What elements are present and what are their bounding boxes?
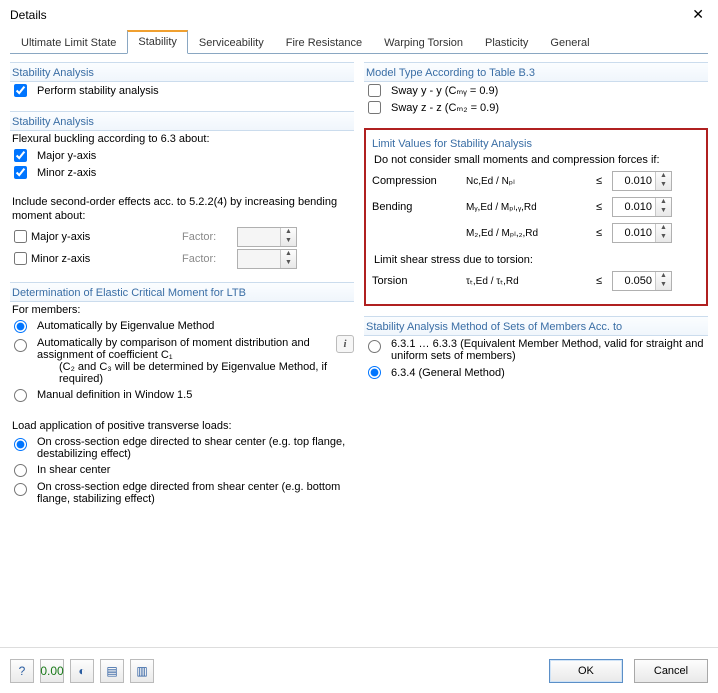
spin-icon[interactable]: ▲▼ <box>655 172 671 190</box>
so-minor-z[interactable]: Minor z-axis <box>12 252 182 265</box>
flex-minor-z[interactable]: Minor z-axis <box>10 164 354 181</box>
opt-load-2-radio[interactable] <box>14 464 27 477</box>
opt-load-3[interactable]: On cross-section edge directed from shea… <box>10 479 354 507</box>
bending-y-spinner[interactable]: ▲▼ <box>612 197 672 217</box>
group-model-type: Model Type According to Table B.3 <box>364 62 708 82</box>
spin-icon[interactable]: ▲▼ <box>655 198 671 216</box>
close-icon[interactable]: ✕ <box>688 6 708 23</box>
sway-z-checkbox[interactable] <box>368 101 381 114</box>
le-4: ≤ <box>590 275 608 287</box>
tab-general[interactable]: General <box>539 32 600 54</box>
flex-major-y[interactable]: Major y-axis <box>10 147 354 164</box>
bending-y-formula: Mᵧ,Ed / Mₚₗ,ᵧ,Rd <box>466 202 586 213</box>
group-limit-values: Limit Values for Stability Analysis <box>372 134 700 152</box>
flex-minor-z-checkbox[interactable] <box>14 166 27 179</box>
for-members-label: For members: <box>10 302 354 318</box>
limit-intro: Do not consider small moments and compre… <box>372 152 700 168</box>
flexural-intro: Flexural buckling according to 6.3 about… <box>10 131 354 147</box>
opt-load-1-radio[interactable] <box>14 438 27 451</box>
compression-input[interactable] <box>613 172 655 190</box>
opt-manual-radio[interactable] <box>14 389 27 402</box>
le-3: ≤ <box>590 227 608 239</box>
factor-label-2: Factor: <box>182 253 237 265</box>
perform-stability-checkbox[interactable] <box>14 84 27 97</box>
tab-warping[interactable]: Warping Torsion <box>373 32 474 54</box>
factor-z-input <box>238 250 280 268</box>
le-2: ≤ <box>590 201 608 213</box>
group-stability-analysis-2: Stability Analysis <box>10 111 354 131</box>
tool2-icon[interactable]: ▥ <box>130 659 154 683</box>
le-1: ≤ <box>590 175 608 187</box>
cancel-button[interactable]: Cancel <box>634 659 708 683</box>
tool1-icon[interactable]: ▤ <box>100 659 124 683</box>
opt-method-2[interactable]: 6.3.4 (General Method) <box>364 364 708 381</box>
torsion-spinner[interactable]: ▲▼ <box>612 271 672 291</box>
tab-serviceability[interactable]: Serviceability <box>188 32 275 54</box>
sway-y[interactable]: Sway y - y (Cₘᵧ = 0.9) <box>364 82 708 99</box>
opt-load-1[interactable]: On cross-section edge directed to shear … <box>10 434 354 462</box>
opt-manual[interactable]: Manual definition in Window 1.5 <box>10 387 354 404</box>
load-app-intro: Load application of positive transverse … <box>10 418 354 434</box>
sway-y-checkbox[interactable] <box>368 84 381 97</box>
limit-values-box: Limit Values for Stability Analysis Do n… <box>364 128 708 306</box>
second-order-intro: Include second-order effects acc. to 5.2… <box>10 193 354 226</box>
shear-note: Limit shear stress due to torsion: <box>372 252 700 268</box>
spin-icon[interactable]: ▲▼ <box>655 224 671 242</box>
help-icon[interactable]: ? <box>10 659 34 683</box>
bending-y-input[interactable] <box>613 198 655 216</box>
opt-load-3-radio[interactable] <box>14 483 27 496</box>
flex-major-y-checkbox[interactable] <box>14 149 27 162</box>
tab-plasticity[interactable]: Plasticity <box>474 32 539 54</box>
bending-z-input[interactable] <box>613 224 655 242</box>
opt-method-2-radio[interactable] <box>368 366 381 379</box>
compression-formula: Nᴄ,Ed / Nₚₗ <box>466 176 586 187</box>
bending-z-spinner[interactable]: ▲▼ <box>612 223 672 243</box>
opt-auto-cmp[interactable]: Automatically by comparison of moment di… <box>10 335 336 387</box>
tab-stability[interactable]: Stability <box>127 30 188 54</box>
units-icon[interactable]: 0.00 <box>40 659 64 683</box>
spin-icon[interactable]: ▲▼ <box>655 272 671 290</box>
factor-label-1: Factor: <box>182 231 237 243</box>
factor-z-spinner: ▲▼ <box>237 249 297 269</box>
bending-label: Bending <box>372 201 462 213</box>
opt-auto-cmp-radio[interactable] <box>14 339 27 352</box>
torsion-formula: τₜ,Ed / τₜ,Rd <box>466 276 586 287</box>
window-title: Details <box>10 8 47 22</box>
opt-method-1[interactable]: 6.3.1 … 6.3.3 (Equivalent Member Method,… <box>364 336 708 364</box>
factor-y-input <box>238 228 280 246</box>
perform-stability-check[interactable]: Perform stability analysis <box>10 82 354 99</box>
group-stability-analysis: Stability Analysis <box>10 62 354 82</box>
opt-load-2[interactable]: In shear center <box>10 462 354 479</box>
tab-fire[interactable]: Fire Resistance <box>275 32 373 54</box>
info-icon[interactable]: i <box>336 335 354 353</box>
so-major-y[interactable]: Major y-axis <box>12 230 182 243</box>
torsion-label: Torsion <box>372 275 462 287</box>
compression-spinner[interactable]: ▲▼ <box>612 171 672 191</box>
group-elastic-moment: Determination of Elastic Critical Moment… <box>10 282 354 302</box>
opt-auto-eig[interactable]: Automatically by Eigenvalue Method <box>10 318 354 335</box>
compression-label: Compression <box>372 175 462 187</box>
torsion-input[interactable] <box>613 272 655 290</box>
so-minor-z-checkbox[interactable] <box>14 252 27 265</box>
bending-z-formula: M₂,Ed / Mₚₗ,₂,Rd <box>466 228 586 239</box>
settings-icon[interactable]: ◐ <box>70 659 94 683</box>
factor-y-spinner: ▲▼ <box>237 227 297 247</box>
opt-auto-eig-radio[interactable] <box>14 320 27 333</box>
ok-button[interactable]: OK <box>549 659 623 683</box>
group-method: Stability Analysis Method of Sets of Mem… <box>364 316 708 336</box>
tab-uls[interactable]: Ultimate Limit State <box>10 32 127 54</box>
tabstrip: Ultimate Limit State Stability Serviceab… <box>10 29 708 54</box>
opt-method-1-radio[interactable] <box>368 340 381 353</box>
so-major-y-checkbox[interactable] <box>14 230 27 243</box>
sway-z[interactable]: Sway z - z (Cₘ₂ = 0.9) <box>364 99 708 116</box>
